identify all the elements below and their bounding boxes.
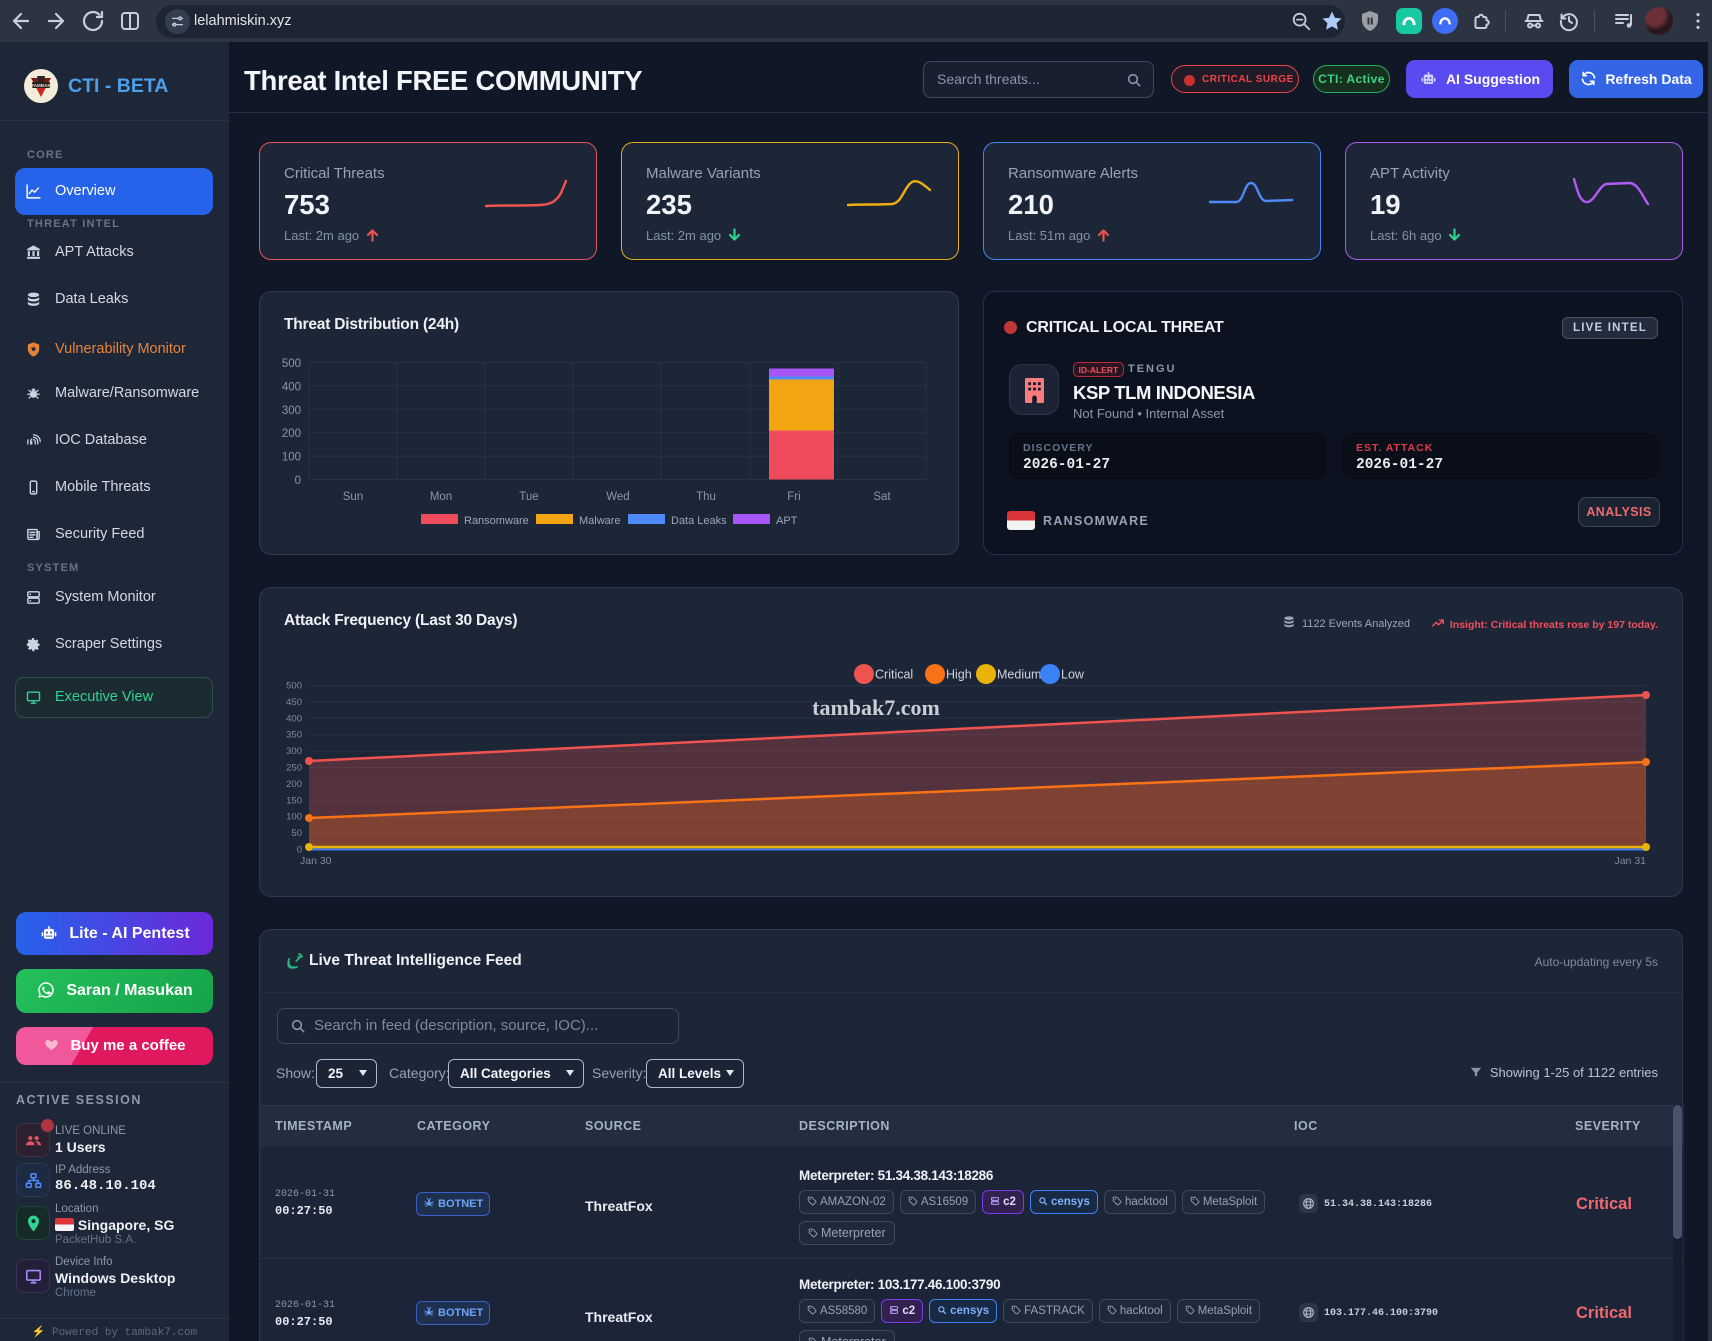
svg-text:Malware: Malware <box>579 515 621 527</box>
svg-text:Data Leaks: Data Leaks <box>671 515 727 527</box>
svg-text:Low: Low <box>1061 668 1085 682</box>
svg-text:200: 200 <box>282 428 301 440</box>
svg-text:400: 400 <box>286 713 302 724</box>
svg-text:Tue: Tue <box>519 491 538 503</box>
svg-text:500: 500 <box>282 358 301 370</box>
svg-text:APT: APT <box>776 515 798 527</box>
svg-text:Wed: Wed <box>606 491 629 503</box>
svg-text:High: High <box>946 668 972 682</box>
svg-text:Ransomware: Ransomware <box>464 515 529 527</box>
svg-text:150: 150 <box>286 795 302 806</box>
svg-text:Jan 30: Jan 30 <box>300 855 332 867</box>
svg-text:100: 100 <box>286 812 302 823</box>
svg-text:tambak7.com: tambak7.com <box>812 695 940 720</box>
svg-text:Medium: Medium <box>997 668 1041 682</box>
svg-text:Jan 31: Jan 31 <box>1614 855 1646 867</box>
svg-text:TAMBAK: TAMBAK <box>31 83 51 88</box>
svg-text:0: 0 <box>295 475 301 487</box>
svg-text:50: 50 <box>291 828 302 839</box>
svg-text:250: 250 <box>286 763 302 774</box>
svg-text:100: 100 <box>282 452 301 464</box>
svg-text:300: 300 <box>286 746 302 757</box>
svg-text:Mon: Mon <box>430 491 452 503</box>
svg-text:300: 300 <box>282 405 301 417</box>
svg-text:400: 400 <box>282 381 301 393</box>
svg-text:0: 0 <box>297 845 302 856</box>
svg-text:500: 500 <box>286 681 302 692</box>
svg-text:Sat: Sat <box>873 491 891 503</box>
svg-text:Critical: Critical <box>875 668 913 682</box>
svg-text:200: 200 <box>286 779 302 790</box>
svg-text:450: 450 <box>286 697 302 708</box>
svg-text:Thu: Thu <box>696 491 716 503</box>
svg-text:Fri: Fri <box>787 491 800 503</box>
svg-text:350: 350 <box>286 730 302 741</box>
svg-text:Sun: Sun <box>343 491 363 503</box>
